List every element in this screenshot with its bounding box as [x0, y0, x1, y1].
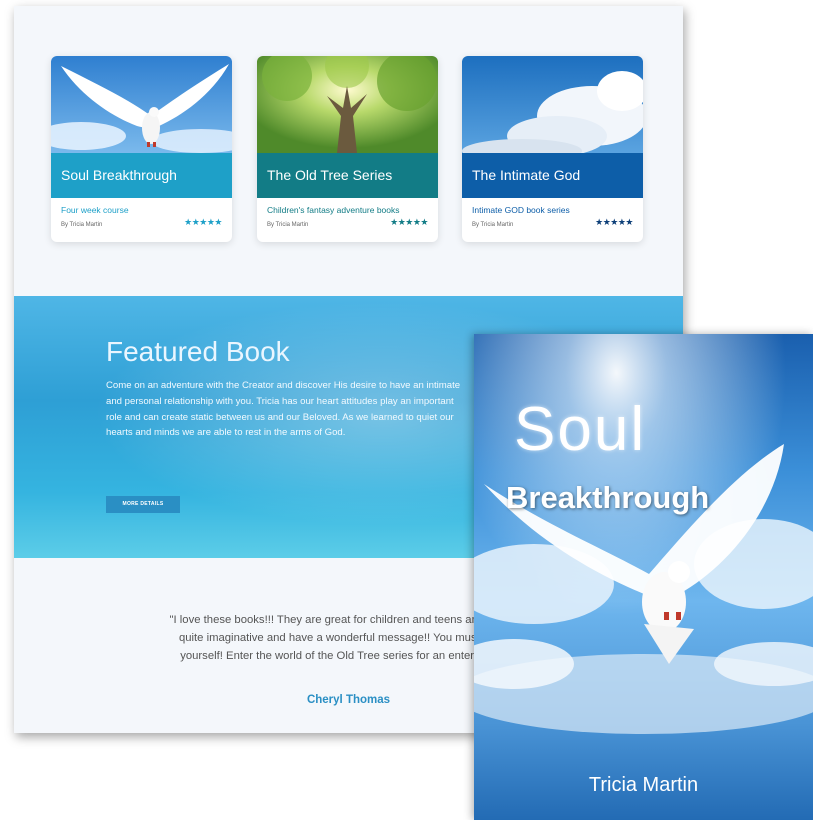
book-author: Tricia Martin [588, 774, 699, 796]
card-title-bar[interactable]: The Intimate God [462, 153, 643, 198]
card-byline: By Tricia Martin [472, 222, 514, 228]
book-title-line2: Breakthrough [506, 480, 710, 515]
featured-description: Come on an adventure with the Creator an… [106, 380, 461, 439]
card-old-tree-series[interactable]: The Old Tree Series Children's fantasy a… [257, 56, 438, 242]
course-cards-section: Soul Breakthrough Four week course By Tr… [14, 6, 683, 296]
clouds-image [462, 56, 643, 153]
tree-image [257, 56, 438, 153]
card-subtitle: Intimate GOD book series [472, 205, 570, 215]
rating-stars-icon: ★★★★★ [595, 217, 633, 227]
card-subtitle: Children's fantasy adventure books [267, 205, 400, 215]
rating-stars-icon: ★★★★★ [390, 217, 428, 227]
card-title-bar[interactable]: Soul Breakthrough [51, 153, 232, 198]
more-details-button[interactable]: MORE DETAILS [106, 496, 180, 513]
card-intimate-god[interactable]: The Intimate God Intimate GOD book serie… [462, 56, 643, 242]
rating-stars-icon: ★★★★★ [184, 217, 222, 227]
card-title-bar[interactable]: The Old Tree Series [257, 153, 438, 198]
card-byline: By Tricia Martin [61, 222, 103, 228]
book-title-line1: Soul [514, 395, 647, 464]
book-cover: Soul Breakthrough Tricia Martin [474, 334, 813, 820]
featured-heading: Featured Book [106, 336, 290, 367]
card-soul-breakthrough[interactable]: Soul Breakthrough Four week course By Tr… [51, 56, 232, 242]
card-subtitle: Four week course [61, 205, 129, 215]
dove-sky-image [51, 56, 232, 153]
card-byline: By Tricia Martin [267, 222, 309, 228]
